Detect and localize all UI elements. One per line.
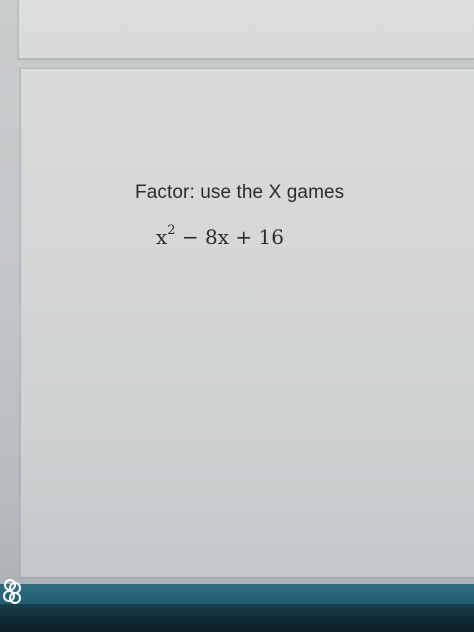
- previous-question-card: [18, 0, 474, 59]
- question-card: [20, 68, 474, 577]
- overlapping-shapes-icon[interactable]: [2, 577, 22, 605]
- expression-exponent: 2: [167, 223, 176, 239]
- screen: Factor: use the X games x2 − 8x + 16: [0, 0, 474, 632]
- expression-terms: − 8x + 16: [175, 225, 284, 249]
- math-expression: x2 − 8x + 16: [156, 223, 284, 249]
- question-prompt: Factor: use the X games: [135, 182, 345, 203]
- expression-base: x: [156, 225, 168, 249]
- bottom-bar-shadow: [0, 604, 474, 632]
